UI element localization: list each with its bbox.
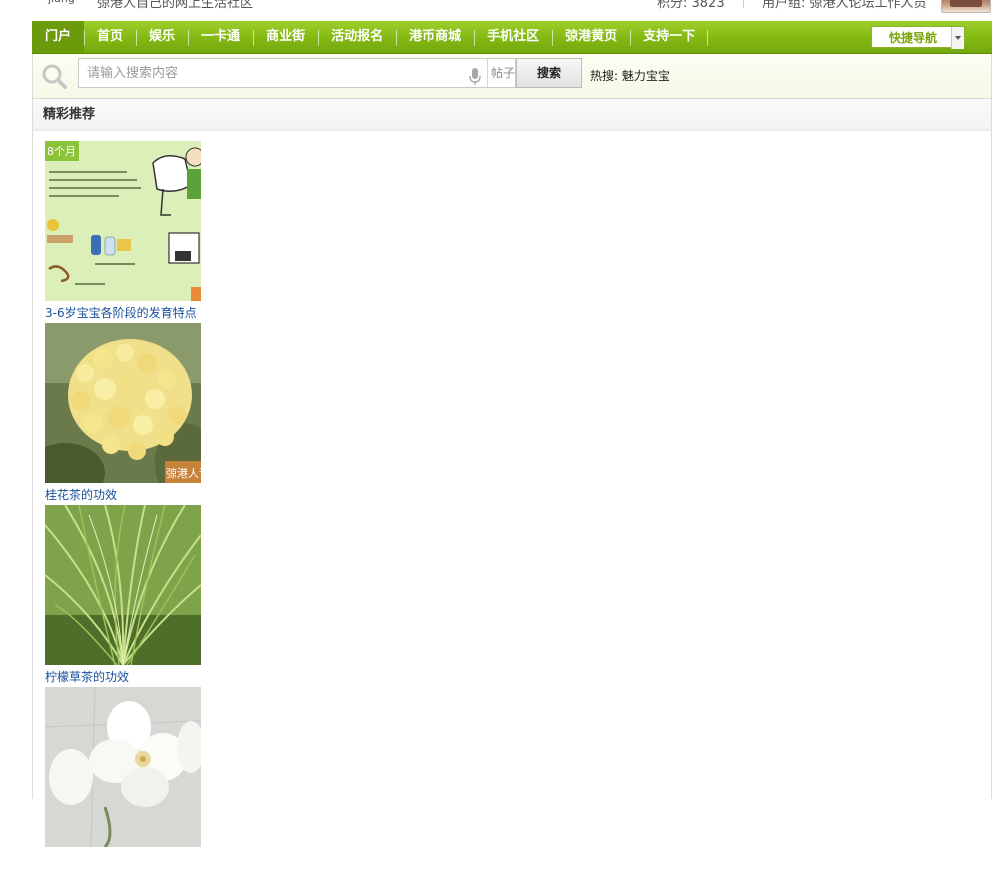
thumbnail-lemongrass[interactable]	[45, 505, 201, 665]
list-item: 弶港人论 桂花茶的功效	[45, 323, 205, 505]
nav-item-events[interactable]: 活动报名	[318, 21, 396, 53]
thumbnail-badge: 8个月	[47, 145, 76, 158]
microphone-icon[interactable]	[469, 68, 481, 86]
nav-item-card[interactable]: 一卡通	[188, 21, 253, 53]
item-caption[interactable]	[45, 847, 205, 869]
list-item: 8个月 3-6岁宝宝各阶段的发育特点	[45, 141, 205, 323]
search-input[interactable]	[78, 58, 516, 88]
nav-item-mall[interactable]: 港币商城	[396, 21, 474, 53]
nav-item-entertainment[interactable]: 娱乐	[136, 21, 188, 53]
chevron-down-icon[interactable]	[951, 27, 964, 49]
search-type-select[interactable]: 帖子	[487, 59, 518, 87]
thumbnail-osmanthus[interactable]: 弶港人论	[45, 323, 201, 483]
nav-item-yellowpages[interactable]: 弶港黄页	[552, 21, 630, 53]
search-button[interactable]: 搜索	[516, 58, 582, 88]
item-caption[interactable]: 3-6岁宝宝各阶段的发育特点	[45, 301, 205, 323]
avatar[interactable]	[941, 0, 991, 13]
recommend-section: 精彩推荐 8个月 3-6岁宝宝各阶段的发育特点 弶港人 桂花茶的功效 柠檬草茶的…	[32, 99, 992, 847]
recommend-list: 8个月 3-6岁宝宝各阶段的发育特点 弶港人 桂花茶的功效 柠檬草茶的功效	[45, 141, 205, 869]
thumbnail-watermark: 弶港人论	[166, 466, 201, 480]
site-logo-text[interactable]: jiang	[48, 0, 75, 5]
user-group[interactable]: 用户组: 弶港人论坛工作人员	[762, 0, 927, 11]
hot-search: 热搜: 魅力宝宝	[590, 67, 670, 84]
user-points[interactable]: 积分: 3823	[657, 0, 725, 11]
nav-item-mobile[interactable]: 手机社区	[474, 21, 552, 53]
main-nav: 门户 首页 娱乐 一卡通 商业街 活动报名 港币商城 手机社区 弶港黄页 支持一…	[32, 21, 992, 54]
thumbnail-parenting[interactable]: 8个月	[45, 141, 201, 301]
nav-item-portal[interactable]: 门户	[32, 21, 85, 53]
nav-item-business[interactable]: 商业街	[253, 21, 318, 53]
item-caption[interactable]: 柠檬草茶的功效	[45, 665, 205, 687]
quick-nav-label: 快捷导航	[888, 31, 937, 45]
nav-item-home[interactable]: 首页	[84, 21, 136, 53]
top-strip: jiang 弶港人自己的网上生活社区 积分: 3823 用户组: 弶港人论坛工作…	[0, 0, 997, 20]
section-title: 精彩推荐	[33, 99, 991, 131]
nav-item-support[interactable]: 支持一下	[630, 21, 709, 53]
search-bar: 帖子 搜索 热搜: 魅力宝宝	[32, 54, 992, 99]
search-icon	[42, 64, 67, 89]
hot-search-keyword[interactable]: 魅力宝宝	[622, 69, 670, 83]
hot-search-label: 热搜:	[590, 69, 619, 83]
item-caption[interactable]: 桂花茶的功效	[45, 483, 205, 505]
quick-nav-button[interactable]: 快捷导航	[871, 26, 965, 49]
thumbnail-orchid[interactable]	[45, 687, 201, 847]
site-slogan: 弶港人自己的网上生活社区	[97, 0, 254, 11]
list-item: 柠檬草茶的功效	[45, 505, 205, 687]
list-item	[45, 687, 205, 869]
top-divider	[743, 0, 744, 8]
